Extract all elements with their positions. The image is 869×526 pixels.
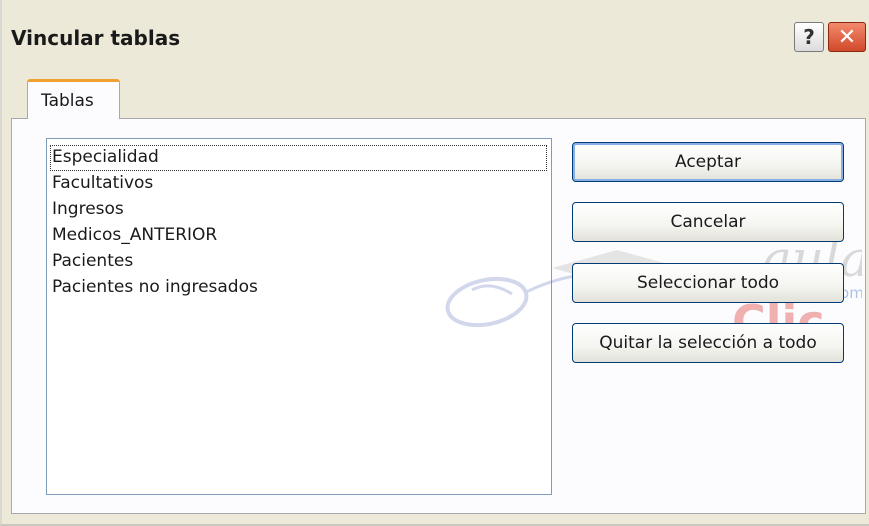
list-item[interactable]: Ingresos <box>50 197 126 223</box>
help-button[interactable]: ? <box>794 22 824 52</box>
accept-button[interactable]: Aceptar <box>572 142 844 182</box>
title-bar[interactable]: Vincular tablas ? ✕ <box>2 0 869 58</box>
close-button[interactable]: ✕ <box>828 22 866 52</box>
cancel-button[interactable]: Cancelar <box>572 202 844 242</box>
close-icon: ✕ <box>837 24 857 50</box>
list-item[interactable]: Facultativos <box>50 171 155 197</box>
deselect-all-button[interactable]: Quitar la selección a todo <box>572 323 844 363</box>
window-title: Vincular tablas <box>11 26 181 50</box>
question-mark-icon: ? <box>803 25 815 49</box>
tab-label: Tablas <box>41 91 94 111</box>
list-item[interactable]: Medicos_ANTERIOR <box>50 223 219 249</box>
select-all-button[interactable]: Seleccionar todo <box>572 263 844 303</box>
list-item[interactable]: Especialidad <box>50 145 547 171</box>
list-item[interactable]: Pacientes <box>50 249 135 275</box>
tables-listbox[interactable]: Especialidad Facultativos Ingresos Medic… <box>46 138 552 495</box>
link-tables-dialog: Vincular tablas ? ✕ Tablas Especialidad … <box>0 0 869 526</box>
tab-tablas[interactable]: Tablas <box>27 79 120 119</box>
list-item[interactable]: Pacientes no ingresados <box>50 275 260 301</box>
